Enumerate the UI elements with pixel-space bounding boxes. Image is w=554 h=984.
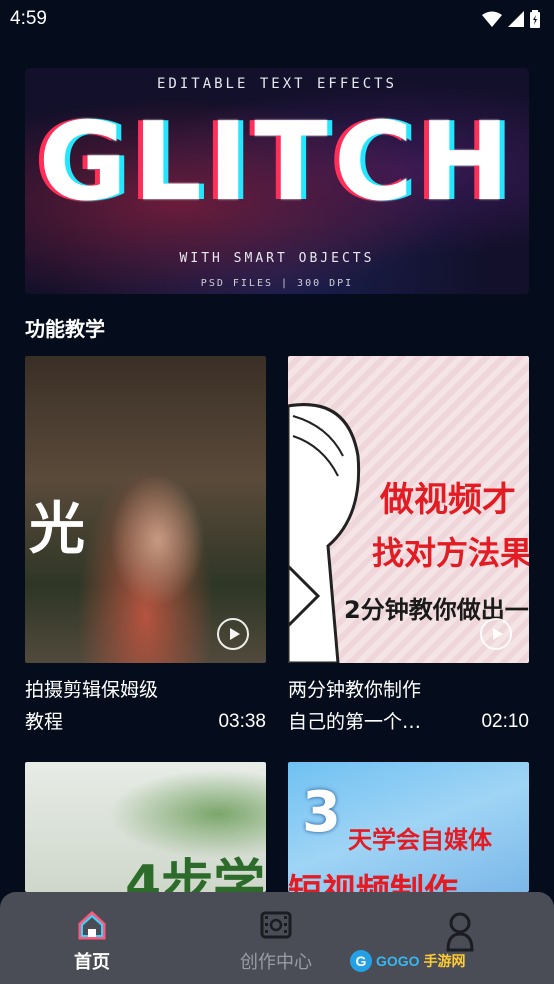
tutorial-card[interactable]: 4步学 — [25, 762, 266, 892]
tutorial-card[interactable]: 3 天学会自媒体 短视频制作 — [288, 762, 529, 892]
thumbnail-overlay-text: 4步学 — [125, 855, 266, 892]
nav-label: 首页 — [74, 952, 110, 973]
tutorial-card[interactable]: 做视频才 找对方法果 2分钟教你做出一 两分钟教你制作 自己的第一个… 02:1… — [288, 356, 529, 733]
status-time: 4:59 — [10, 8, 47, 29]
play-icon[interactable] — [217, 618, 249, 650]
card-thumbnail[interactable]: 做视频才 找对方法果 2分钟教你做出一 — [288, 356, 529, 663]
thumbnail-overlay-text: 找对方法果 — [372, 534, 529, 572]
section-title: 功能教学 — [25, 317, 105, 341]
banner-sub-text: WITH SMART OBJECTS — [179, 251, 375, 266]
card-thumbnail[interactable]: 4步学 — [25, 762, 266, 892]
banner-foot-text: PSD FILES | 300 DPI — [200, 278, 354, 289]
card-title-line: 拍摄剪辑保姆级 — [25, 679, 159, 701]
card-title-line: 自己的第一个… — [288, 711, 422, 733]
thumbnail-overlay-text: 天学会自媒体 — [348, 826, 492, 854]
banner-main-text: GLITCH — [38, 100, 516, 225]
status-bar: 4:59 — [0, 0, 554, 38]
thumbnail-overlay-text: 光 私 — [29, 497, 266, 562]
card-title-line: 两分钟教你制作 — [288, 679, 422, 701]
nav-label: 创作中心 — [240, 952, 312, 973]
wifi-icon — [482, 11, 502, 27]
banner[interactable]: EDITABLE TEXT EFFECTS GLITCH WITH SMART … — [25, 68, 529, 294]
tutorial-card[interactable]: 光 私 拍摄剪辑保姆级 教程 03:38 — [25, 356, 266, 733]
battery-icon — [530, 10, 540, 28]
play-icon[interactable] — [480, 618, 512, 650]
watermark: G GOGO 手游网 — [350, 950, 466, 972]
watermark-brand: GOGO — [376, 953, 420, 969]
card-thumbnail[interactable]: 3 天学会自媒体 短视频制作 — [288, 762, 529, 892]
status-icons — [482, 10, 540, 28]
watermark-logo-icon: G — [350, 950, 372, 972]
card-thumbnail[interactable]: 光 私 — [25, 356, 266, 663]
bottom-nav: 首页 创作中心 G GOGO 手游网 — [0, 892, 554, 984]
home-icon — [78, 910, 106, 940]
banner-top-text: EDITABLE TEXT EFFECTS — [156, 76, 397, 92]
nav-item-home[interactable]: 首页 — [32, 910, 152, 974]
signal-icon — [508, 11, 524, 27]
card-duration: 02:10 — [481, 711, 529, 732]
card-duration: 03:38 — [218, 711, 266, 732]
thumbnail-overlay-number: 3 — [302, 780, 341, 845]
nav-item-create[interactable]: 创作中心 — [216, 910, 336, 974]
thumbnail-overlay-text: 做视频才 — [380, 480, 516, 520]
film-icon — [260, 911, 292, 939]
card-title: 两分钟教你制作 自己的第一个… — [288, 674, 468, 738]
thumbnail-overlay-text: 短视频制作 — [288, 872, 458, 892]
card-title: 拍摄剪辑保姆级 教程 — [25, 674, 205, 738]
card-title-line: 教程 — [25, 711, 64, 733]
watermark-text: 手游网 — [423, 953, 466, 969]
